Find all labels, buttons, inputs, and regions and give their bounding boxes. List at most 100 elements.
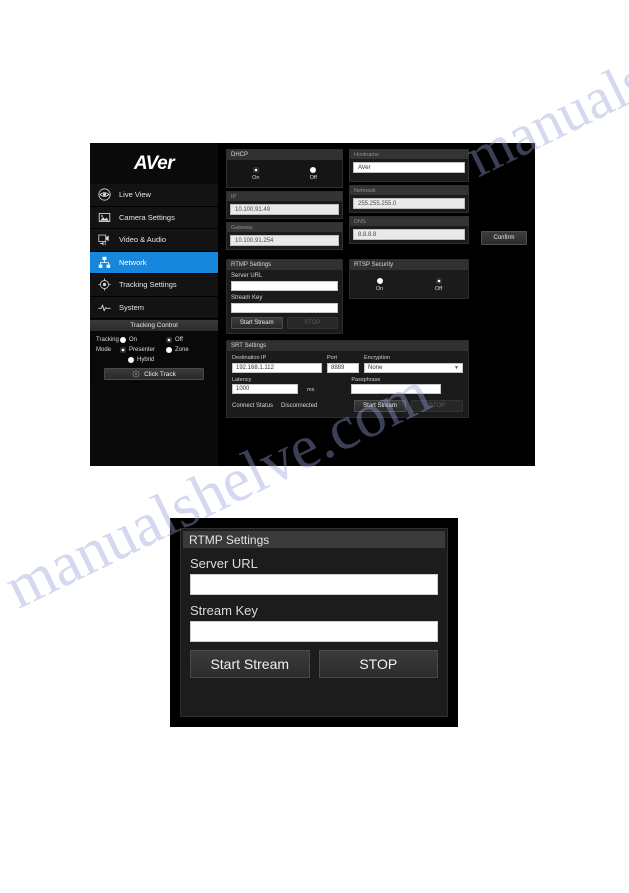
brand-logo: AVer bbox=[90, 143, 218, 184]
dhcp-option-label: Off bbox=[309, 174, 317, 181]
srt-destination-ip-label: Destination IP bbox=[232, 355, 267, 361]
srt-latency-label: Latency bbox=[232, 376, 252, 383]
dns-input[interactable]: 8.8.8.8 bbox=[353, 229, 465, 240]
srt-connect-status-value: Disconnected bbox=[281, 403, 318, 409]
rtmp-server-url-label: Server URL bbox=[231, 273, 263, 279]
tracking-option-off[interactable]: Off bbox=[166, 337, 212, 343]
tracking-option-label: Off bbox=[175, 337, 183, 343]
srt-button-row: Start Stream STOP bbox=[354, 400, 463, 412]
sidebar-item-network[interactable]: Network bbox=[90, 251, 218, 274]
hostname-label: Hostname bbox=[350, 150, 468, 159]
dialog-start-stream-button[interactable]: Start Stream bbox=[190, 650, 310, 678]
sidebar-item-video-audio[interactable]: Video & Audio bbox=[90, 229, 218, 252]
rtsp-title: RTSP Security bbox=[350, 260, 468, 270]
logo-text: AVer bbox=[133, 152, 175, 174]
rtsp-option-off[interactable]: Off bbox=[435, 278, 442, 292]
chevron-down-icon: ▼ bbox=[454, 364, 459, 371]
dialog-server-url-label: Server URL bbox=[190, 556, 258, 571]
srt-port-group: Port 8889 bbox=[327, 355, 359, 373]
rtsp-security-card: RTSP Security On Off bbox=[349, 259, 469, 299]
gateway-label: Gateway bbox=[227, 223, 342, 232]
gateway-input[interactable]: 10.100.91.254 bbox=[230, 235, 339, 246]
srt-latency-unit: ms bbox=[307, 387, 315, 393]
dialog-server-url-input[interactable] bbox=[190, 574, 438, 595]
srt-start-stream-button[interactable]: Start Stream bbox=[354, 400, 406, 412]
srt-destination-ip-group: Destination IP 192.168.1.112 bbox=[232, 355, 322, 373]
sidebar-item-tracking-settings[interactable]: Tracking Settings bbox=[90, 274, 218, 297]
sidebar-item-label: System bbox=[119, 302, 145, 312]
ip-card: IP 10.100.91.49 bbox=[226, 191, 343, 219]
ip-input[interactable]: 10.100.91.49 bbox=[230, 204, 339, 215]
dhcp-option-label: On bbox=[252, 174, 260, 181]
radio-icon[interactable] bbox=[435, 278, 442, 284]
mode-option-presenter[interactable]: Presenter bbox=[120, 347, 166, 353]
mode-option-hybrid[interactable]: Hybrid bbox=[128, 357, 174, 363]
tracking-option-on[interactable]: On bbox=[120, 337, 166, 343]
mode-option-label: Presenter bbox=[129, 347, 156, 353]
dhcp-option-on[interactable]: On bbox=[252, 166, 260, 181]
rtmp-button-row: Start Stream STOP bbox=[231, 317, 338, 329]
radio-icon[interactable] bbox=[252, 166, 259, 173]
network-block: DHCP On Off IP 10.100.91.49 Gateway 10.1… bbox=[226, 149, 530, 253]
sidebar-item-label: Tracking Settings bbox=[119, 280, 177, 289]
sidebar-item-label: Live View bbox=[119, 190, 151, 199]
cursor-icon bbox=[132, 370, 140, 378]
dialog-button-row: Start Stream STOP bbox=[190, 650, 438, 678]
srt-encryption-label: Encryption bbox=[364, 355, 390, 361]
srt-latency-input[interactable]: 1000 bbox=[232, 384, 298, 394]
dns-card: DNS 8.8.8.8 bbox=[349, 216, 469, 244]
pulse-icon bbox=[98, 304, 111, 311]
rtmp-stop-button: STOP bbox=[286, 317, 338, 329]
rtsp-option-label: Off bbox=[434, 286, 443, 292]
tracking-option-label: On bbox=[129, 337, 138, 343]
rtmp-start-stream-button[interactable]: Start Stream bbox=[231, 317, 283, 329]
click-track-label: Click Track bbox=[144, 370, 176, 378]
radio-icon[interactable] bbox=[120, 337, 126, 343]
srt-row-one: Destination IP 192.168.1.112 Port 8889 E… bbox=[232, 355, 463, 373]
rtmp-server-url-input[interactable] bbox=[231, 281, 338, 291]
camera-icon bbox=[98, 212, 111, 222]
rtsp-option-on[interactable]: On bbox=[376, 278, 383, 292]
dhcp-option-off[interactable]: Off bbox=[309, 166, 317, 181]
video-icon bbox=[98, 234, 109, 246]
srt-connect-status-label: Connect Status bbox=[232, 403, 274, 409]
sidebar: AVer Live View Camera Settings Video & A… bbox=[90, 143, 218, 466]
rtmp-stream-key-label: Stream Key bbox=[231, 295, 263, 301]
network-icon bbox=[98, 256, 111, 268]
dhcp-title: DHCP bbox=[227, 150, 342, 160]
hostname-input[interactable]: AVer bbox=[353, 162, 465, 173]
sidebar-item-live-view[interactable]: Live View bbox=[90, 184, 218, 207]
radio-icon[interactable] bbox=[376, 278, 383, 284]
rtmp-stream-key-input[interactable] bbox=[231, 303, 338, 313]
netmask-input[interactable]: 255.255.255.0 bbox=[353, 198, 465, 209]
sidebar-item-system[interactable]: System bbox=[90, 296, 218, 319]
srt-destination-ip-input[interactable]: 192.168.1.112 bbox=[232, 362, 322, 373]
radio-icon[interactable] bbox=[128, 357, 134, 363]
dhcp-radio-group: On Off bbox=[227, 160, 342, 187]
tracking-control-section: Tracking Control Tracking On Off Mode Pr… bbox=[90, 320, 218, 384]
srt-port-input[interactable]: 8889 bbox=[327, 362, 359, 373]
radio-icon[interactable] bbox=[166, 337, 172, 343]
mode-option-zone[interactable]: Zone bbox=[166, 347, 212, 353]
radio-icon[interactable] bbox=[120, 347, 126, 353]
srt-status-row: Connect Status Disconnected Start Stream… bbox=[232, 400, 463, 412]
sidebar-item-label: Camera Settings bbox=[119, 212, 175, 222]
netmask-card: Netmask 255.255.255.0 bbox=[349, 185, 469, 213]
mode-row: Mode Presenter Zone bbox=[96, 347, 212, 353]
radio-icon[interactable] bbox=[310, 166, 317, 173]
mode-option-label: Zone bbox=[175, 347, 189, 353]
dialog-stop-button[interactable]: STOP bbox=[318, 650, 438, 678]
dialog-stream-key-input[interactable] bbox=[190, 621, 438, 642]
tracking-label: Tracking bbox=[96, 337, 119, 343]
srt-encryption-select[interactable]: None ▼ bbox=[364, 362, 463, 373]
radio-icon[interactable] bbox=[166, 347, 172, 353]
mode-row-second: Hybrid bbox=[96, 357, 212, 363]
srt-row-two: Latency 1000 ms Passphrase bbox=[232, 376, 463, 394]
srt-passphrase-input[interactable] bbox=[351, 384, 442, 394]
click-track-button[interactable]: Click Track bbox=[104, 368, 204, 380]
confirm-button[interactable]: Confirm bbox=[481, 231, 527, 245]
network-settings-content: DHCP On Off IP 10.100.91.49 Gateway 10.1… bbox=[218, 143, 535, 466]
sidebar-item-camera-settings[interactable]: Camera Settings bbox=[90, 206, 218, 229]
device-web-ui-panel: AVer Live View Camera Settings Video & A… bbox=[90, 143, 535, 466]
dialog-stream-key-label: Stream Key bbox=[190, 603, 258, 618]
